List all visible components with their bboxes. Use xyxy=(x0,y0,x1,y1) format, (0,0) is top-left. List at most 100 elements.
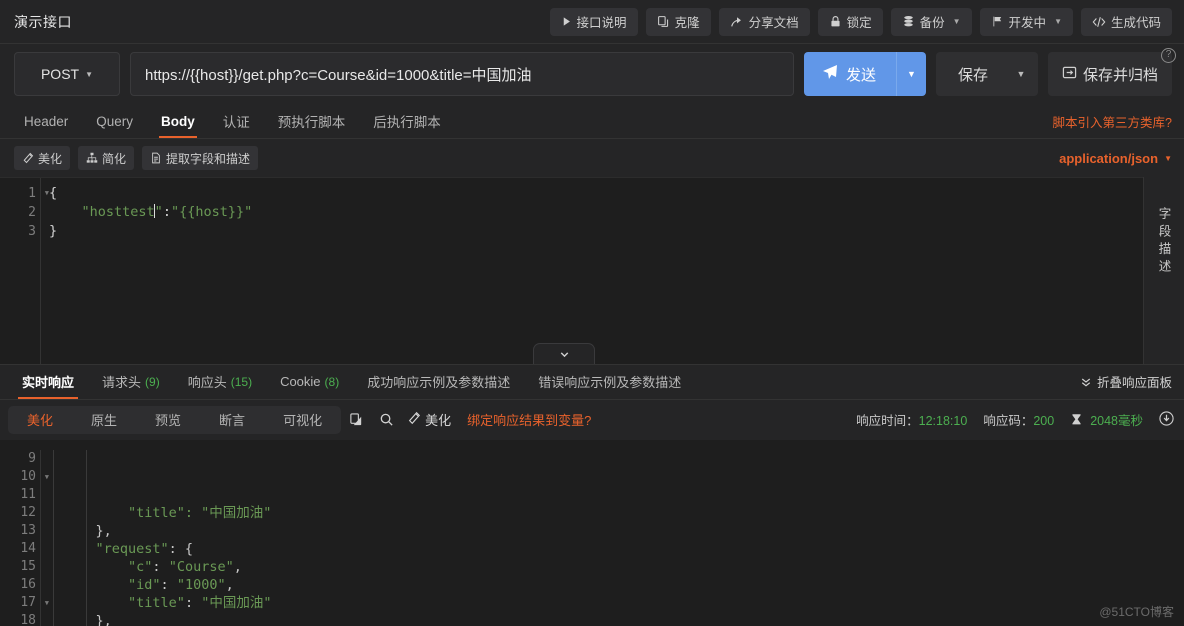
json-code-editor[interactable]: 1 ▼ 2 3 { "hosttest":"{{host}}"} xyxy=(0,177,1143,364)
response-line-number: 14 xyxy=(0,540,40,558)
editor-line-numbers: 1 ▼ 2 3 xyxy=(0,178,49,364)
response-code-label: 响应码： xyxy=(983,414,1034,428)
content-type-value: application/json xyxy=(1059,150,1159,166)
fold-arrow-icon[interactable]: ▼ xyxy=(45,184,49,203)
chevron-down-icon: ▼ xyxy=(907,69,916,79)
request-tab-query[interactable]: Query xyxy=(82,104,147,138)
collapse-response-label: 折叠响应面板 xyxy=(1096,376,1172,390)
response-view-4[interactable]: 断言 xyxy=(200,406,264,434)
code-token: }, xyxy=(95,612,112,626)
response-view-1[interactable]: 美化 xyxy=(8,406,72,434)
response-tab-count: (8) xyxy=(324,374,340,389)
editor-line-number: 3 xyxy=(0,222,40,241)
response-tab-4[interactable]: Cookie (8) xyxy=(266,365,353,399)
request-tab-后执行脚本[interactable]: 后执行脚本 xyxy=(359,104,455,138)
request-tab-body[interactable]: Body xyxy=(147,104,209,138)
copy-response-button[interactable] xyxy=(341,406,371,434)
toolbar-button-7[interactable]: 生成代码 xyxy=(1080,7,1172,36)
wand-icon xyxy=(407,411,421,428)
line-number: 14 xyxy=(20,540,36,556)
body-tool-label: 美化 xyxy=(38,151,63,166)
field-description-rail[interactable]: 字段描述 xyxy=(1143,177,1184,364)
send-plane-icon xyxy=(822,64,838,84)
chevron-down-icon: ▼ xyxy=(1054,16,1062,26)
request-body-editor-area: 1 ▼ 2 3 { "hosttest":"{{host}}"} 字段描述 xyxy=(0,177,1184,364)
toolbar-button-label: 开发中 xyxy=(1008,16,1047,30)
toolbar-button-5[interactable]: 备份 ▼ xyxy=(890,7,972,36)
response-tab-6[interactable]: 错误响应示例及参数描述 xyxy=(524,365,695,399)
collapse-response-panel-button[interactable]: 折叠响应面板 xyxy=(1080,365,1184,399)
toolbar-button-label: 分享文档 xyxy=(748,16,799,30)
line-number: 3 xyxy=(28,224,36,239)
body-tool-label: 提取字段和描述 xyxy=(166,151,251,166)
send-dropdown-button[interactable]: ▼ xyxy=(895,52,926,96)
save-button[interactable]: 保存 xyxy=(936,52,1004,96)
toolbar-button-6[interactable]: 开发中 ▼ xyxy=(979,7,1073,36)
request-tab-预执行脚本[interactable]: 预执行脚本 xyxy=(264,104,360,138)
toolbar-button-2[interactable]: 克隆 xyxy=(645,7,711,36)
response-tab-5[interactable]: 成功响应示例及参数描述 xyxy=(353,365,524,399)
response-line-number: 11 xyxy=(0,486,40,504)
response-line-number: 16 xyxy=(0,576,40,594)
code-token: "title" xyxy=(128,594,185,611)
line-number: 16 xyxy=(20,576,36,592)
request-tab-header[interactable]: Header xyxy=(10,104,82,138)
request-tab-认证[interactable]: 认证 xyxy=(209,104,264,138)
panel-splitter-handle[interactable] xyxy=(533,342,595,364)
response-size-stat: 2048毫秒 xyxy=(1070,410,1143,429)
top-action-group: 接口说明 克隆 分享文档 锁定 备份 ▼ 开发中 ▼ 生成代码 xyxy=(549,7,1172,36)
response-code-line: "id": "1000", xyxy=(63,576,1184,594)
response-view-3[interactable]: 预览 xyxy=(136,406,200,434)
download-response-button[interactable] xyxy=(1159,410,1174,429)
toolbar-button-1[interactable]: 接口说明 xyxy=(549,7,638,36)
response-tab-count: (15) xyxy=(230,374,253,389)
response-tab-label: 请求头 xyxy=(102,375,142,390)
toolbar-button-label: 接口说明 xyxy=(576,16,627,30)
database-icon xyxy=(902,15,915,28)
save-dropdown-button[interactable]: ▼ xyxy=(1004,52,1038,96)
document-icon xyxy=(150,152,162,164)
toolbar-button-4[interactable]: 锁定 xyxy=(817,7,883,36)
body-tool-1[interactable]: 美化 xyxy=(14,146,71,170)
body-tool-2[interactable]: 简化 xyxy=(78,146,135,170)
line-number: 10 xyxy=(20,468,36,484)
send-button[interactable]: 发送 xyxy=(803,52,896,96)
scroll-clip-mask xyxy=(0,439,1184,450)
response-tab-3[interactable]: 响应头 (15) xyxy=(174,365,266,399)
response-tab-2[interactable]: 请求头 (9) xyxy=(88,365,174,399)
chevron-down-icon: ▼ xyxy=(85,69,94,79)
code-token: "Course" xyxy=(168,558,234,575)
response-tab-label: Cookie xyxy=(280,374,321,389)
send-button-group: 发送 ▼ xyxy=(803,52,926,96)
help-icon[interactable]: ? xyxy=(1161,48,1176,63)
content-type-selector[interactable]: application/json ▼ xyxy=(1059,151,1172,166)
response-line-numbers: 8910▼11121314151617▼18 xyxy=(0,439,49,626)
script-library-link[interactable]: 脚本引入第三方类库? xyxy=(1053,104,1184,138)
send-button-label: 发送 xyxy=(845,66,876,84)
save-and-archive-button[interactable]: 保存并归档 xyxy=(1047,52,1172,96)
response-tab-1[interactable]: 实时响应 xyxy=(8,365,88,399)
toolbar-button-3[interactable]: 分享文档 xyxy=(718,7,810,36)
archive-box-icon xyxy=(1062,65,1077,84)
response-line-number: 12 xyxy=(0,504,40,522)
code-token: "中国加油" xyxy=(201,594,272,611)
body-tool-3[interactable]: 提取字段和描述 xyxy=(142,146,259,170)
response-body-viewer[interactable]: 8910▼11121314151617▼18 "title": "中国加油" }… xyxy=(0,439,1184,626)
code-token: : xyxy=(162,204,171,220)
line-number: 11 xyxy=(20,486,36,502)
code-token: : { xyxy=(168,540,194,557)
response-view-5[interactable]: 可视化 xyxy=(264,406,341,434)
editor-code-line: { xyxy=(49,184,1143,203)
code-token: "hosttest xyxy=(81,204,155,220)
response-code-content[interactable]: "title": "中国加油" }, "request": { "c": "Co… xyxy=(41,439,1184,626)
code-token: : xyxy=(184,594,202,611)
url-input[interactable] xyxy=(130,52,794,96)
beautify-response-button[interactable]: 美化 xyxy=(401,410,457,429)
editor-code-content[interactable]: { "hosttest":"{{host}}"} xyxy=(41,178,1143,364)
search-response-button[interactable] xyxy=(371,406,401,434)
response-view-2[interactable]: 原生 xyxy=(72,406,136,434)
http-method-selector[interactable]: POST ▼ xyxy=(14,52,120,96)
bind-response-to-variable-link[interactable]: 绑定响应结果到变量? xyxy=(467,410,591,429)
